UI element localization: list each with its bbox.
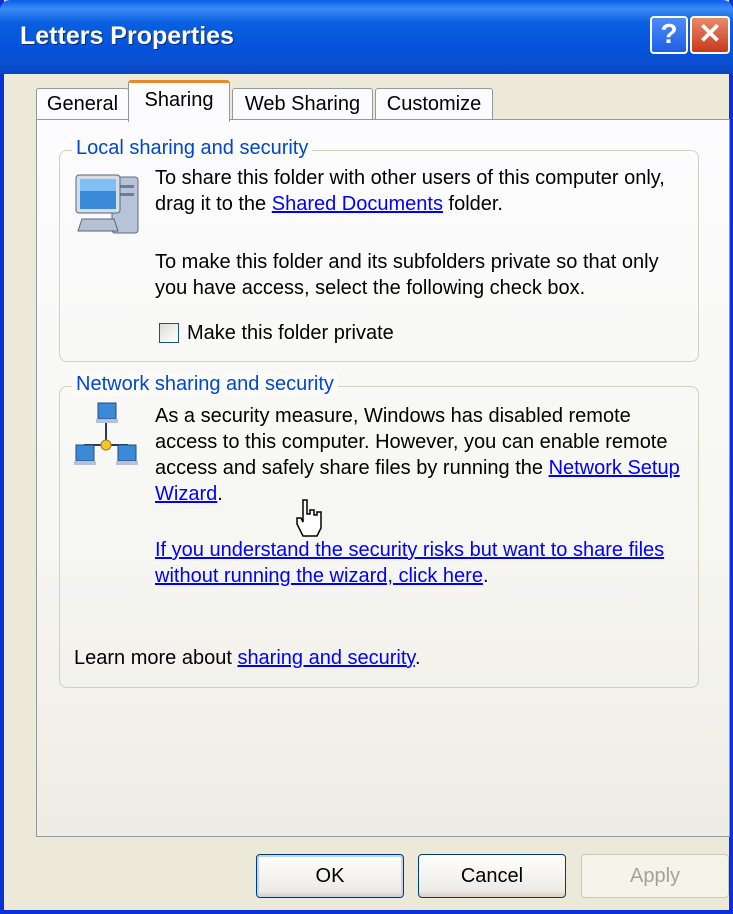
share-without-wizard-link[interactable]: If you understand the security risks but… — [155, 539, 664, 587]
tab-sharing[interactable]: Sharing — [128, 80, 230, 122]
network-sharing-legend: Network sharing and security — [72, 373, 338, 396]
network-icon — [74, 402, 138, 465]
local-sharing-group: Local sharing and security To share this… — [59, 137, 699, 362]
local-sharing-legend: Local sharing and security — [72, 137, 313, 160]
cancel-button[interactable]: Cancel — [418, 854, 566, 898]
sharing-and-security-link[interactable]: sharing and security — [237, 647, 415, 669]
network-paragraph-1: As a security measure, Windows has disab… — [155, 405, 680, 505]
title-bar[interactable]: Letters Properties ? ✕ — [0, 0, 733, 74]
network-sharing-group: Network sharing and security As a securi… — [59, 373, 699, 688]
computer-icon — [75, 174, 139, 234]
local-paragraph-1: To share this folder with other users of… — [155, 167, 665, 215]
local-paragraph-2: To make this folder and its subfolders p… — [155, 251, 659, 299]
properties-dialog: Letters Properties ? ✕ General Sharing W… — [0, 0, 733, 914]
private-checkbox-label[interactable]: Make this folder private — [187, 320, 394, 346]
window-title: Letters Properties — [20, 22, 234, 50]
close-button[interactable]: ✕ — [690, 16, 730, 54]
tab-web-sharing[interactable]: Web Sharing — [232, 88, 373, 120]
ok-button[interactable]: OK — [256, 854, 404, 898]
tab-customize[interactable]: Customize — [375, 88, 493, 120]
tab-general[interactable]: General — [36, 88, 129, 120]
private-checkbox[interactable] — [159, 323, 179, 343]
apply-button[interactable]: Apply — [581, 854, 729, 898]
shared-documents-link[interactable]: Shared Documents — [272, 193, 443, 215]
help-button[interactable]: ? — [650, 16, 688, 54]
hand-cursor-icon — [296, 499, 322, 537]
sharing-tab-panel: Local sharing and security To share this… — [36, 119, 730, 837]
network-paragraph-2: If you understand the security risks but… — [155, 539, 665, 587]
learn-more-text: Learn more about sharing and security. — [74, 647, 421, 669]
